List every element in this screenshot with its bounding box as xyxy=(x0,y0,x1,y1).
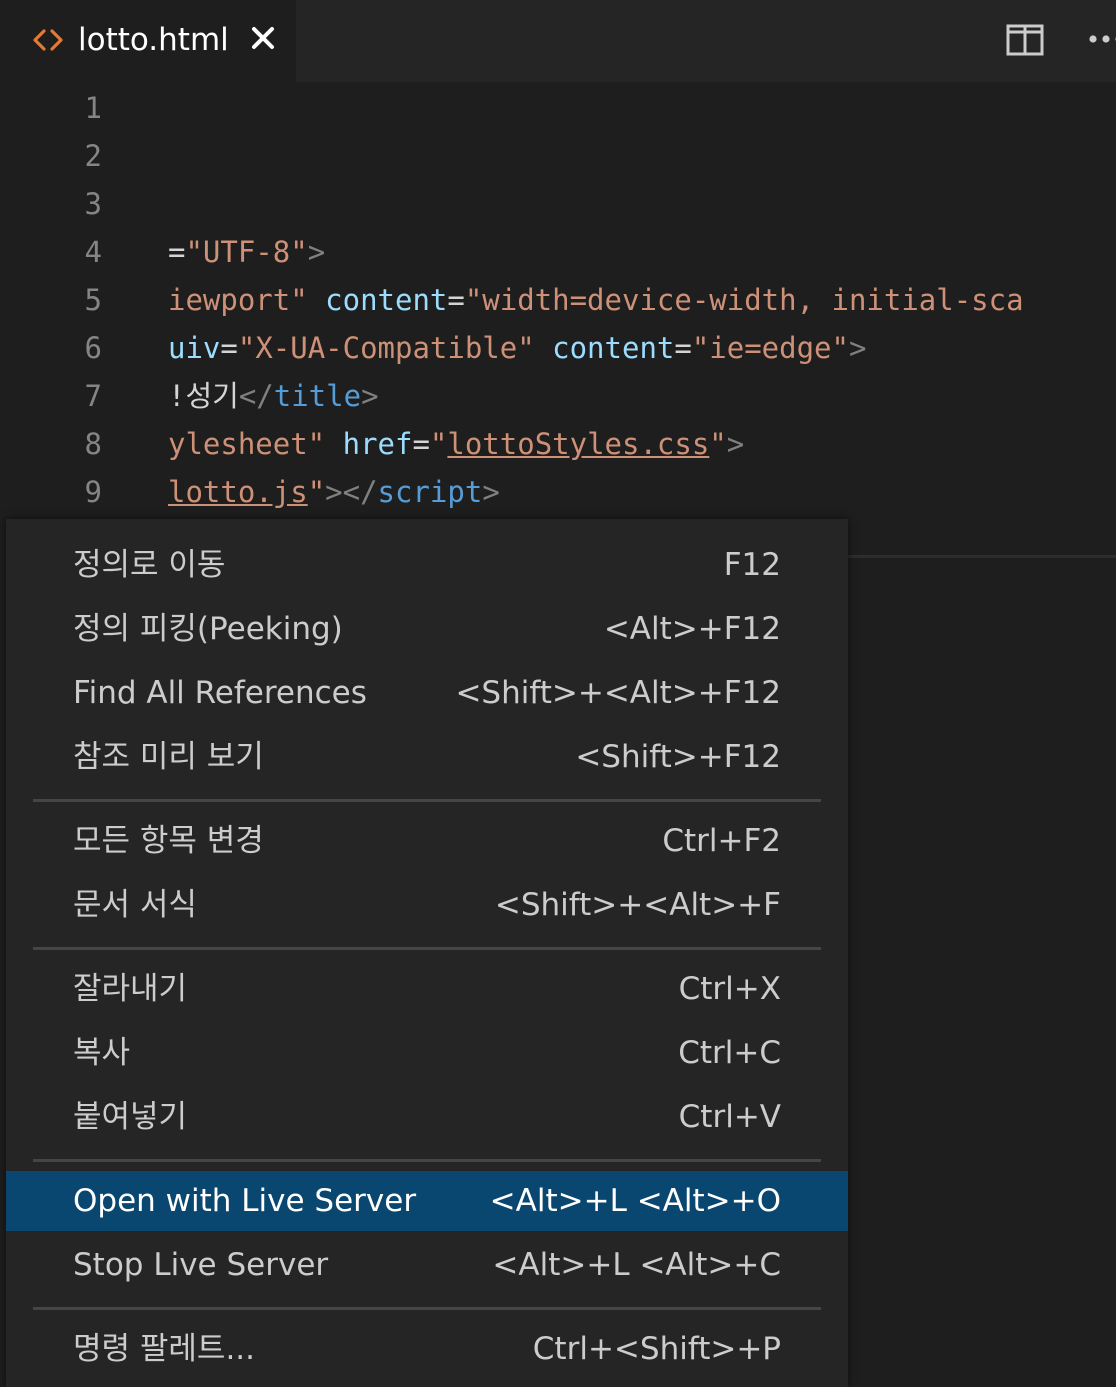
menu-item[interactable]: 잘라내기 Ctrl+X xyxy=(6,959,848,1019)
menu-separator xyxy=(33,799,821,802)
menu-item[interactable]: 복사 Ctrl+C xyxy=(6,1023,848,1083)
editor-divider xyxy=(848,555,1116,558)
code-token: "ie=edge" xyxy=(691,331,849,365)
menu-item[interactable]: Open with Live Server <Alt>+L <Alt>+O xyxy=(6,1171,848,1231)
menu-item-label: 명령 팔레트... xyxy=(73,1331,256,1367)
menu-item-label: 잘라내기 xyxy=(73,971,188,1007)
menu-item-label: 정의 피킹(Peeking) xyxy=(73,611,343,647)
code-token: title xyxy=(273,379,362,413)
menu-item-shortcut: <Shift>+F12 xyxy=(575,739,781,775)
menu-item-shortcut: <Alt>+L <Alt>+C xyxy=(492,1247,781,1283)
menu-item-shortcut: Ctrl+X xyxy=(678,971,781,1007)
code-brackets-icon xyxy=(33,29,63,51)
menu-separator xyxy=(33,947,821,950)
menu-item[interactable]: Find All References <Shift>+<Alt>+F12 xyxy=(6,663,848,723)
line-number: 6 xyxy=(84,331,102,365)
code-token: " xyxy=(709,427,727,461)
menu-item-shortcut: <Shift>+<Alt>+F12 xyxy=(455,675,781,711)
code-token: > xyxy=(726,427,745,461)
menu-item-label: 붙여넣기 xyxy=(73,1099,188,1135)
code-token: script xyxy=(377,475,483,509)
menu-item-shortcut: Ctrl+C xyxy=(678,1035,781,1071)
menu-separator xyxy=(33,1159,821,1162)
code-token: " xyxy=(307,475,326,509)
line-number: 2 xyxy=(84,139,102,173)
line-number: 5 xyxy=(84,283,102,317)
code-token: = xyxy=(674,331,692,365)
menu-item[interactable]: 모든 항목 변경 Ctrl+F2 xyxy=(6,811,848,871)
menu-item-shortcut: <Alt>+L <Alt>+O xyxy=(489,1183,781,1219)
code-token: ></ xyxy=(325,475,378,509)
code-line: !성기</title> xyxy=(168,372,379,420)
code-token: content xyxy=(325,283,448,317)
code-token: uiv xyxy=(168,331,221,365)
code-line: ="UTF-8"> xyxy=(168,228,325,276)
menu-item-label: Find All References xyxy=(73,675,367,711)
menu-item-label: 참조 미리 보기 xyxy=(73,739,264,775)
code-token: > xyxy=(361,379,379,413)
code-token: > xyxy=(848,331,867,365)
code-token: = xyxy=(168,235,186,269)
code-line: iewport" content="width=device-width, in… xyxy=(168,276,1024,324)
context-menu: 정의로 이동 F12 정의 피킹(Peeking) <Alt>+F12 Find All… xyxy=(6,519,848,1387)
menu-item-shortcut: <Alt>+F12 xyxy=(603,611,781,647)
code-line: ylesheet" href="lottoStyles.css"> xyxy=(168,420,744,468)
code-line: lotto.js"></script> xyxy=(168,468,500,516)
code-token: > xyxy=(307,235,326,269)
split-editor-icon[interactable] xyxy=(1006,24,1044,56)
code-token: !성기 xyxy=(168,379,239,413)
more-actions-icon[interactable] xyxy=(1086,32,1116,46)
code-token: > xyxy=(482,475,500,509)
menu-item-shortcut: <Shift>+<Alt>+F xyxy=(494,887,781,923)
line-number: 9 xyxy=(84,475,102,509)
close-icon[interactable] xyxy=(250,25,276,51)
code-token: content xyxy=(552,331,675,365)
code-token[interactable]: lottoStyles.css xyxy=(447,427,709,461)
menu-item[interactable]: Stop Live Server <Alt>+L <Alt>+C xyxy=(6,1235,848,1295)
code-token: iewport" xyxy=(168,283,308,317)
tab-lotto-html[interactable]: lotto.html xyxy=(0,0,296,82)
menu-item-shortcut: Ctrl+<Shift>+P xyxy=(532,1331,781,1367)
menu-item[interactable]: 정의 피킹(Peeking) <Alt>+F12 xyxy=(6,599,848,659)
menu-separator xyxy=(33,1307,821,1310)
menu-item[interactable]: 명령 팔레트... Ctrl+<Shift>+P xyxy=(6,1319,848,1379)
line-number: 4 xyxy=(84,235,102,269)
code-token: "width=device-width, initial-sca xyxy=(464,283,1024,317)
code-token: "UTF-8" xyxy=(185,235,308,269)
menu-item[interactable]: 붙여넣기 Ctrl+V xyxy=(6,1087,848,1147)
menu-item-label: 복사 xyxy=(73,1035,131,1071)
code-token: "X-UA-Compatible" xyxy=(237,331,535,365)
menu-item[interactable]: 문서 서식 <Shift>+<Alt>+F xyxy=(6,875,848,935)
code-line: uiv="X-UA-Compatible" content="ie=edge"> xyxy=(168,324,866,372)
code-token[interactable]: lotto.js xyxy=(168,475,308,509)
menu-item-label: 모든 항목 변경 xyxy=(73,823,264,859)
code-token: href xyxy=(342,427,413,461)
menu-item-label: 문서 서식 xyxy=(73,887,197,923)
editor-tab-bar: lotto.html xyxy=(0,0,1116,82)
line-number: 3 xyxy=(84,187,102,221)
menu-item[interactable]: 참조 미리 보기 <Shift>+F12 xyxy=(6,727,848,787)
code-token: = xyxy=(412,427,430,461)
menu-item-shortcut: Ctrl+V xyxy=(678,1099,781,1135)
code-token: = xyxy=(447,283,465,317)
code-token: = xyxy=(220,331,238,365)
code-token: " xyxy=(429,427,448,461)
menu-item[interactable]: 정의로 이동 F12 xyxy=(6,535,848,595)
menu-item-label: 정의로 이동 xyxy=(73,547,226,583)
line-number: 8 xyxy=(84,427,102,461)
line-number: 7 xyxy=(84,379,102,413)
menu-item-label: Stop Live Server xyxy=(73,1247,329,1283)
menu-item-shortcut: Ctrl+F2 xyxy=(662,823,781,859)
code-token: ylesheet" xyxy=(168,427,326,461)
menu-item-label: Open with Live Server xyxy=(73,1183,417,1219)
code-token: </ xyxy=(238,379,274,413)
tab-title: lotto.html xyxy=(78,22,229,58)
menu-item-shortcut: F12 xyxy=(723,547,781,583)
line-number: 1 xyxy=(84,91,102,125)
